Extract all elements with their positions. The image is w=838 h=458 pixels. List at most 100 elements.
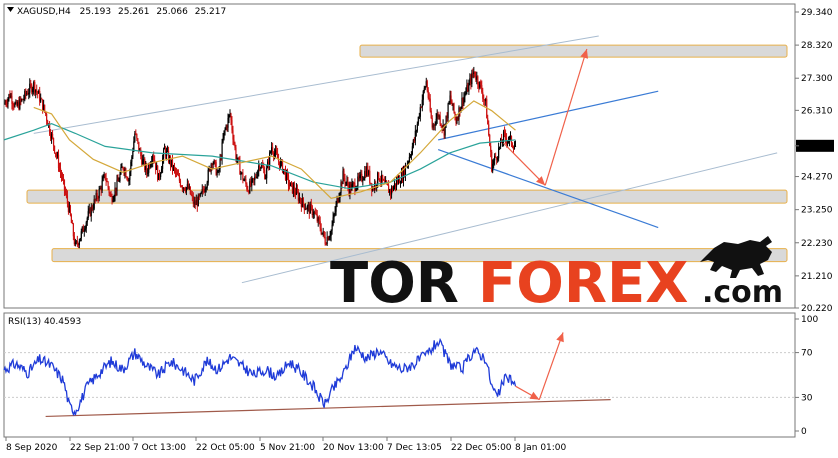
- candle-body: [416, 123, 418, 131]
- candle-body: [347, 181, 349, 187]
- candle-body: [498, 147, 500, 159]
- candle-body: [407, 161, 410, 164]
- candle-body: [59, 168, 62, 173]
- time-tick-label: 7 Oct 13:00: [133, 443, 186, 453]
- candle-body: [329, 235, 331, 238]
- candle-body: [392, 187, 395, 191]
- candle-body: [343, 170, 345, 178]
- candle-body: [62, 177, 65, 180]
- candle-body: [411, 146, 413, 154]
- candle-body: [101, 180, 103, 191]
- candle-body: [299, 197, 301, 202]
- price-tick-label: 22.230: [801, 239, 833, 249]
- candle-body: [222, 138, 224, 143]
- candle-body: [274, 153, 276, 157]
- candle-body: [112, 199, 114, 202]
- candle-body: [131, 156, 133, 162]
- candle-body: [330, 230, 332, 236]
- candle-body: [228, 114, 230, 119]
- candle-body: [243, 180, 245, 182]
- candle-body: [369, 170, 371, 183]
- candle-body: [450, 95, 452, 102]
- candle-body: [493, 160, 495, 164]
- price-tick-label: 25.217: [801, 142, 833, 152]
- time-tick-label: 8 Jan 01:00: [515, 443, 567, 453]
- candle-body: [214, 160, 216, 163]
- candle-body: [303, 204, 305, 210]
- candle-body: [147, 172, 149, 174]
- candle-body: [359, 175, 361, 179]
- candle-body: [439, 115, 441, 124]
- candle-body: [440, 123, 442, 126]
- header-symbol: XAGUSD,H4: [17, 7, 71, 17]
- time-tick-label: 8 Sep 2020: [6, 443, 58, 453]
- candle-body: [105, 178, 107, 182]
- candle-body: [311, 206, 313, 215]
- candle-body: [318, 217, 320, 222]
- time-tick-label: 22 Sep 21:00: [70, 443, 130, 453]
- candle-body: [11, 95, 13, 104]
- candle-body: [206, 182, 208, 188]
- candle-body: [362, 180, 364, 182]
- candle-body: [275, 150, 278, 154]
- candle-body: [279, 161, 282, 168]
- candle-body: [122, 167, 124, 169]
- rsi-tick-label: 70: [801, 349, 813, 359]
- candle-body: [138, 141, 140, 151]
- candle-body: [70, 215, 73, 223]
- candle-body: [210, 164, 212, 172]
- candle-body: [227, 118, 229, 128]
- candle-body: [417, 116, 419, 124]
- candle-body: [190, 194, 192, 196]
- price-tick-label: 24.270: [801, 173, 833, 183]
- candle-body: [333, 214, 335, 218]
- candle-body: [464, 94, 466, 97]
- candle-body: [414, 130, 416, 141]
- candle-body: [482, 92, 484, 99]
- candle-body: [415, 130, 417, 132]
- support-resistance-zone: [359, 44, 788, 58]
- watermark-forex: FOREX: [478, 251, 688, 316]
- candle-body: [79, 238, 81, 242]
- candle-body: [427, 90, 429, 98]
- candle-body: [312, 213, 314, 215]
- candle-body: [264, 169, 266, 179]
- candle-body: [499, 146, 501, 148]
- candle-body: [183, 187, 186, 191]
- candle-body: [146, 165, 148, 174]
- candle-body: [430, 110, 432, 119]
- candle-body: [204, 188, 206, 193]
- candle-body: [221, 142, 223, 160]
- candle-body: [399, 183, 402, 185]
- candle-body: [173, 166, 176, 169]
- candle-body: [480, 81, 482, 86]
- header-open: 25.193: [80, 7, 112, 17]
- candle-body: [471, 72, 473, 85]
- candle-body: [69, 205, 72, 216]
- candle-body: [234, 143, 236, 148]
- candle-body: [463, 96, 465, 104]
- candle-body: [448, 101, 450, 104]
- time-tick-label: 20 Nov 13:00: [323, 443, 384, 453]
- candle-body: [495, 156, 497, 158]
- candle-body: [339, 193, 341, 198]
- candle-body: [212, 163, 214, 165]
- candle-body: [355, 189, 357, 191]
- candle-body: [153, 155, 155, 161]
- candle-body: [96, 193, 98, 199]
- candle-body: [245, 179, 247, 184]
- watermark-tor: TOR: [330, 251, 459, 316]
- candle-body: [321, 232, 323, 234]
- candle-body: [270, 151, 272, 153]
- candle-body: [387, 183, 389, 186]
- candle-body: [247, 189, 249, 192]
- candle-body: [207, 169, 209, 183]
- candle-body: [468, 82, 470, 92]
- support-resistance-zone: [26, 189, 788, 204]
- candle-body: [477, 76, 479, 85]
- candle-body: [86, 217, 88, 223]
- candle-body: [142, 159, 144, 165]
- candle-body: [231, 120, 233, 131]
- price-tick-label: 29.340: [801, 8, 833, 18]
- candle-body: [137, 138, 139, 142]
